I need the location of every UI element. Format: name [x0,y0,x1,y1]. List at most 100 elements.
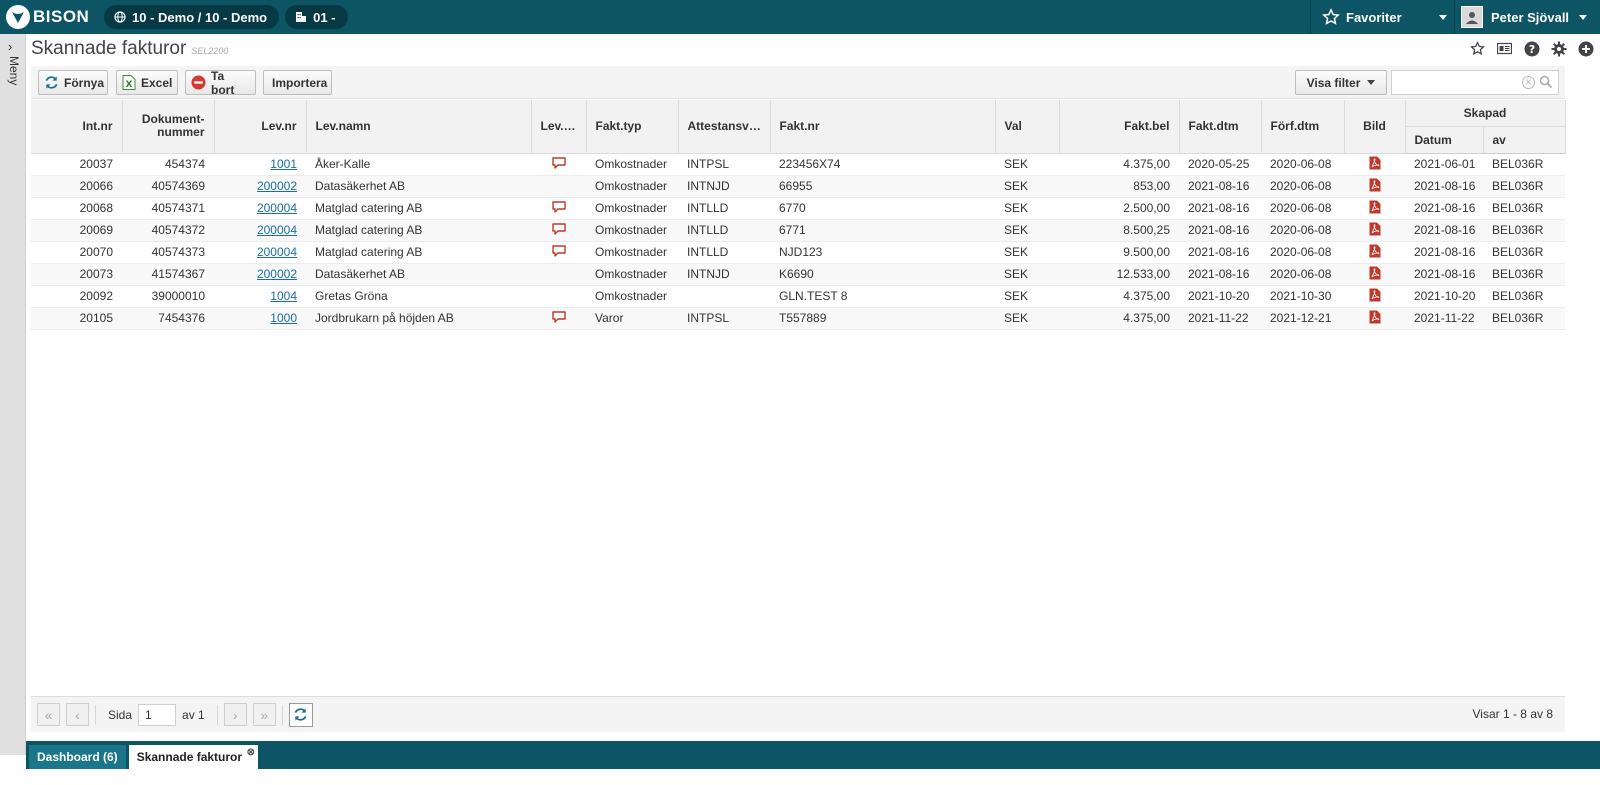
pager-refresh-button[interactable] [288,702,313,727]
cell-image[interactable] [1344,241,1405,264]
side-menu[interactable]: › Meny [0,34,26,755]
clear-icon[interactable]: ✕ [1522,76,1535,89]
invoice-grid: Int.nr Dokument-nummer Lev.nr Lev.namn L… [31,100,1566,330]
cell-image[interactable] [1344,219,1405,242]
col-supplier-name[interactable]: Lev.namn [306,100,532,154]
col-invoice-date[interactable]: Fakt.dtm [1179,100,1262,154]
delete-button[interactable]: Ta bort [185,69,256,97]
first-page-button[interactable]: « [37,703,60,726]
tab-scanned-invoices[interactable]: Skannade fakturor ⊗ [128,745,259,769]
col-image[interactable]: Bild [1344,100,1406,154]
pdf-icon[interactable] [1369,310,1381,324]
col-document-number[interactable]: Dokument-nummer [122,100,215,154]
pdf-icon[interactable] [1369,156,1381,170]
page-number-input[interactable]: 1 [138,703,177,726]
favorites-label: Favoriter [1346,9,1402,25]
col-created-by[interactable]: av [1483,126,1566,154]
logo[interactable]: BISON [0,0,98,34]
supplier-link[interactable]: 200002 [257,267,297,281]
cell-supplier-comment[interactable] [531,241,586,264]
cell-invoice-nr: GLN.TEST 8 [770,285,995,308]
table-row[interactable]: 20069 40574372 200004 Matglad catering AB Om… [31,219,1565,242]
comment-icon[interactable] [551,222,566,235]
table-row[interactable]: 20073 41574367 200002 Datasäkerhet AB Omkost… [31,263,1565,286]
news-icon[interactable] [1496,40,1513,57]
star-outline-icon[interactable] [1469,40,1486,57]
supplier-link[interactable]: 1000 [270,311,297,325]
col-created-date[interactable]: Datum [1405,126,1484,154]
pdf-icon[interactable] [1369,222,1381,236]
search-input[interactable]: ✕ [1391,70,1559,95]
import-button[interactable]: Importera [263,70,332,95]
cell-currency: SEK [995,285,1059,308]
gear-icon[interactable] [1550,40,1567,57]
supplier-link[interactable]: 200004 [257,201,297,215]
help-icon[interactable]: ? [1523,40,1540,57]
cell-currency: SEK [995,219,1059,242]
pdf-icon[interactable] [1369,288,1381,302]
add-circle-icon[interactable] [1577,40,1594,57]
favorites-button[interactable]: Favoriter [1310,0,1432,34]
table-row[interactable]: 20066 40574369 200002 Datasäkerhet AB Omkost… [31,175,1565,198]
pdf-icon[interactable] [1369,178,1381,192]
cell-image[interactable] [1344,307,1405,330]
cell-invoice-amount: 12.533,00 [1059,263,1179,286]
pdf-icon[interactable] [1369,244,1381,258]
next-page-button[interactable]: › [223,703,247,726]
table-row[interactable]: 20070 40574373 200004 Matglad catering AB Om… [31,241,1565,264]
comment-icon[interactable] [551,156,566,169]
cell-image[interactable] [1344,197,1405,220]
last-page-button[interactable]: » [252,703,276,726]
tab-dashboard[interactable]: Dashboard (6) [29,745,126,769]
cell-int-nr: 20073 [31,263,122,286]
col-due-date[interactable]: Förf.dtm [1261,100,1345,154]
close-icon[interactable]: ⊗ [247,747,255,758]
pager-divider [216,704,218,725]
cell-image[interactable] [1344,175,1405,198]
table-row[interactable]: 20092 39000010 1004 Gretas Gröna Omkostnader… [31,285,1565,308]
col-invoice-amount[interactable]: Fakt.bel [1059,100,1180,154]
cell-supplier-comment[interactable] [531,219,586,242]
supplier-link[interactable]: 1004 [270,289,297,303]
cell-image[interactable] [1344,263,1405,286]
supplier-link[interactable]: 1001 [270,157,297,171]
supplier-link[interactable]: 200004 [257,223,297,237]
prev-page-button[interactable]: ‹ [66,703,89,726]
col-invoice-type[interactable]: Fakt.typ [586,100,679,154]
cell-invoice-type: Omkostnader [586,219,678,242]
table-row[interactable]: 20105 7454376 1000 Jordbrukarn på höjden AB… [31,307,1565,330]
cell-image[interactable] [1344,285,1405,308]
caret-down-icon [1579,14,1588,20]
col-supplier-nr[interactable]: Lev.nr [214,100,307,154]
pdf-icon[interactable] [1369,200,1381,214]
col-int-nr[interactable]: Int.nr [31,100,123,154]
table-row[interactable]: 20068 40574371 200004 Matglad catering AB Om… [31,197,1565,220]
cell-supplier-comment[interactable] [531,153,586,176]
company-selector[interactable]: 10 - Demo / 10 - Demo [104,5,280,29]
supplier-link[interactable]: 200002 [257,179,297,193]
excel-label: Excel [141,75,173,90]
logo-text: BISON [33,7,90,26]
refresh-button[interactable]: Förnya [38,70,108,95]
excel-button[interactable]: X Excel [116,70,178,95]
table-row[interactable]: 20037 454374 1001 Åker-Kalle Omkostnader INTP… [31,153,1565,176]
search-icon[interactable] [1539,75,1553,92]
cell-attest-responsible: INTPSL [678,307,770,330]
favorites-dropdown[interactable] [1432,0,1454,34]
cell-supplier-comment[interactable] [531,307,586,330]
cell-supplier-comment[interactable] [531,197,586,220]
col-invoice-nr[interactable]: Fakt.nr [770,100,996,154]
show-filter-button[interactable]: Visa filter [1295,70,1387,95]
pdf-icon[interactable] [1369,266,1381,280]
user-menu[interactable]: Peter Sjövall [1454,0,1600,34]
col-currency[interactable]: Val [995,100,1060,154]
col-attest-responsible[interactable]: Attestansv… [678,100,771,154]
col-supplier-comment[interactable]: Lev.… [531,100,587,154]
comment-icon[interactable] [551,310,566,323]
cell-image[interactable] [1344,153,1405,176]
cell-int-nr: 20066 [31,175,122,198]
comment-icon[interactable] [551,200,566,213]
unit-selector[interactable]: 01 - [285,5,348,29]
comment-icon[interactable] [551,244,566,257]
supplier-link[interactable]: 200004 [257,245,297,259]
